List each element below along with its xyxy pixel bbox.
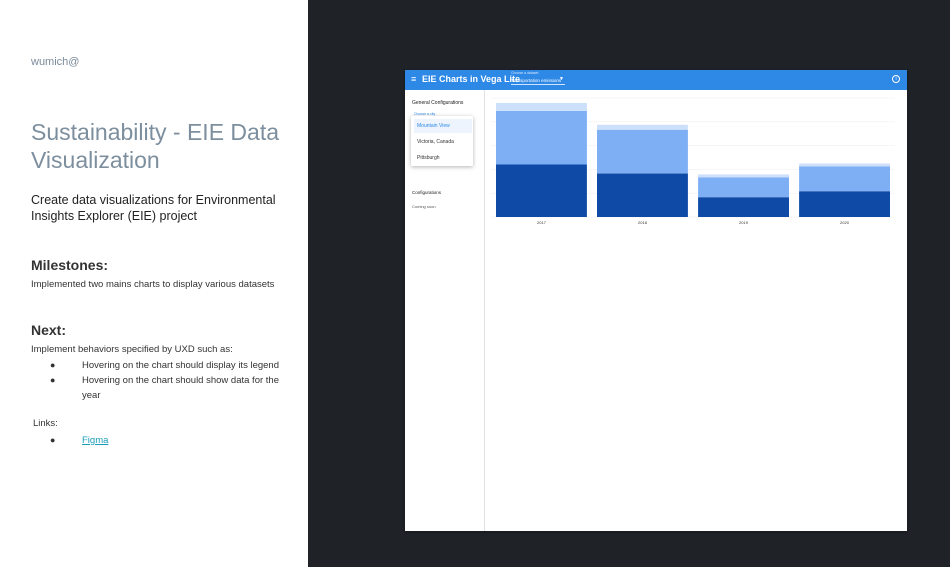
bar-segment-2019-0[interactable] (698, 197, 789, 217)
bar-segment-2020-0[interactable] (799, 191, 890, 217)
bullet-icon: ● (50, 375, 56, 385)
x-tick-label: 2018 (638, 220, 648, 225)
next-list: ● Hovering on the chart should display it… (48, 358, 288, 403)
config-sidebar: General Configurations Choose a city Mou… (405, 90, 485, 531)
stacked-bar-chart: 2017 2018 2019 2020 (491, 97, 895, 225)
next-item-text: Hovering on the chart should display its… (82, 360, 279, 371)
x-tick-label: 2017 (537, 220, 547, 225)
slide-description: Create data visualizations for Environme… (31, 193, 276, 223)
x-tick-label: 2019 (739, 220, 749, 225)
bar-segment-2020-1[interactable] (799, 166, 890, 192)
x-tick-label: 2020 (840, 220, 850, 225)
milestones-heading: Milestones: (31, 257, 109, 273)
bar-segment-2018-1[interactable] (597, 129, 688, 174)
caret-down-icon[interactable]: ▼ (559, 76, 564, 82)
city-option-mountain-view[interactable]: Mountain View (414, 119, 472, 133)
bullet-icon: ● (50, 360, 56, 370)
menu-icon[interactable]: ≡ (411, 74, 416, 84)
slide-text-panel: wumich@ Sustainability - EIE Data Visual… (0, 0, 308, 567)
app-bar: ≡ EIE Charts in Vega Lite Choose a datas… (405, 70, 907, 90)
bar-segment-2017-1[interactable] (496, 110, 587, 165)
emissions-chart: 2017 2018 2019 2020 (485, 90, 907, 531)
bar-segment-2018-2[interactable] (597, 124, 688, 130)
dataset-select-label: Choose a dataset (511, 71, 539, 75)
app-window: ≡ EIE Charts in Vega Lite Choose a datas… (405, 70, 907, 531)
city-option-victoria[interactable]: Victoria, Canada (414, 135, 472, 149)
list-item: ● Figma (48, 433, 108, 448)
list-item: ● Hovering on the chart should show data … (48, 373, 288, 403)
city-option-pittsburgh[interactable]: Pittsburgh (414, 151, 472, 165)
list-item: ● Hovering on the chart should display it… (48, 358, 288, 373)
figma-link[interactable]: Figma (82, 435, 108, 446)
app-title: EIE Charts in Vega Lite (422, 74, 521, 84)
bullet-icon: ● (50, 435, 56, 445)
next-heading: Next: (31, 322, 67, 338)
slide-title: Sustainability - EIE Data Visualization (31, 119, 280, 173)
general-configurations-heading: General Configurations (412, 100, 464, 106)
configurations-heading: Configurations (412, 190, 442, 195)
bar-segment-2017-0[interactable] (496, 164, 587, 217)
coming-soon-text: Coming soon (412, 204, 436, 209)
links-label: Links: (33, 418, 58, 429)
bar-segment-2017-2[interactable] (496, 103, 587, 111)
info-icon[interactable]: i (892, 75, 900, 83)
next-intro: Implement behaviors specified by UXD suc… (31, 344, 233, 355)
links-list: ● Figma (48, 433, 108, 448)
next-item-text: Hovering on the chart should show data f… (82, 375, 279, 401)
dataset-select[interactable]: Transportation emissions (511, 77, 565, 85)
bar-segment-2019-2[interactable] (698, 174, 789, 178)
author-label: wumich@ (31, 56, 80, 68)
city-dropdown-menu: Mountain View Victoria, Canada Pittsburg… (411, 116, 473, 166)
bar-segment-2018-0[interactable] (597, 173, 688, 217)
bar-segment-2019-1[interactable] (698, 177, 789, 198)
milestones-text: Implemented two mains charts to display … (31, 279, 275, 290)
bar-segment-2020-2[interactable] (799, 163, 890, 167)
